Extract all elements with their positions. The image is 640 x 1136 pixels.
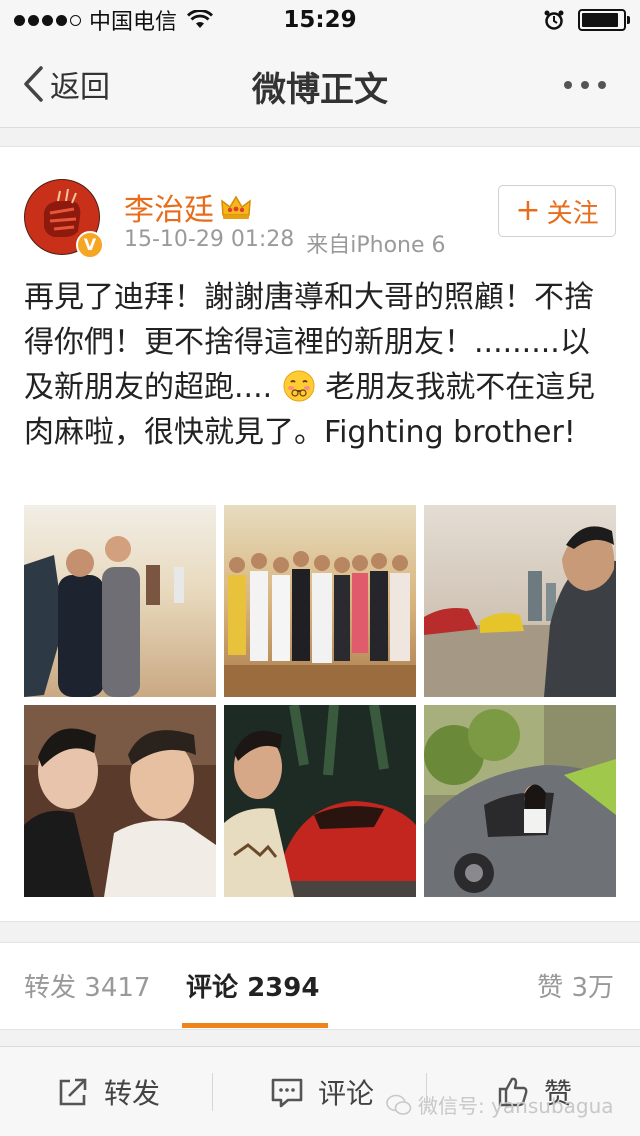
back-label: 返回: [50, 70, 110, 105]
tab-reposts[interactable]: 转发 3417: [24, 967, 150, 1004]
post-stats-bar: 转发 3417 评论 2394 赞 3万: [0, 942, 640, 1030]
wifi-icon: [187, 10, 214, 28]
author-name-label: 李治廷: [124, 193, 214, 228]
active-tab-indicator: [182, 1023, 328, 1028]
post-date: 15-10-29 01:28: [124, 227, 295, 252]
more-options-button[interactable]: [564, 72, 614, 98]
repost-button[interactable]: 转发: [56, 1047, 160, 1136]
photo-green-car[interactable]: [424, 705, 616, 897]
thumbs-up-icon: [498, 1077, 528, 1107]
back-button[interactable]: 返回: [22, 62, 110, 106]
post-card: V 李治廷 15-10-29 01:28 来自iPhone 6 + 关注 再見了…: [0, 146, 640, 922]
carrier-name: 中国电信: [89, 10, 178, 35]
share-icon: [59, 1078, 87, 1106]
blushing-emoji-icon: [283, 370, 315, 402]
photo-selfie-red-car[interactable]: [224, 705, 416, 897]
follow-button[interactable]: + 关注: [498, 185, 616, 237]
post-source: 来自iPhone 6: [306, 233, 446, 258]
toolbar-divider: [426, 1073, 427, 1111]
comment-label: 评论: [318, 1077, 375, 1110]
like-label: 赞: [544, 1077, 573, 1110]
photo-green-car-image: [424, 705, 616, 897]
photo-selfie-supercars[interactable]: [424, 505, 616, 697]
repost-label: 转发: [104, 1077, 161, 1110]
signal-strength-icon: [14, 14, 81, 26]
photo-selfie-red-car-image: [224, 705, 416, 897]
battery-fill: [582, 13, 618, 27]
nav-bar: 返回 微博正文: [0, 40, 640, 128]
crown-icon: [221, 195, 251, 219]
status-bar: 中国电信 15:29: [0, 0, 640, 40]
post-meta: 15-10-29 01:28 来自iPhone 6: [124, 227, 446, 259]
reposts-count: 3417: [84, 973, 151, 1003]
follow-label: 关注: [546, 198, 599, 229]
tab-comments[interactable]: 评论 2394: [186, 967, 319, 1004]
alarm-icon: [544, 10, 564, 30]
like-button[interactable]: 赞: [496, 1047, 572, 1136]
photo-desert-large-group-image: [224, 505, 416, 697]
avatar[interactable]: V: [24, 179, 104, 259]
photo-selfie-supercars-image: [424, 505, 616, 697]
chevron-left-icon: [24, 66, 43, 102]
more-dots-icon: [564, 81, 572, 89]
comment-button[interactable]: 评论: [270, 1047, 374, 1136]
plus-icon: +: [515, 193, 541, 228]
photo-desert-group[interactable]: [24, 505, 216, 697]
comments-count: 2394: [247, 973, 320, 1003]
bottom-toolbar: 转发 评论 赞: [0, 1046, 640, 1136]
likes-label: 赞: [537, 973, 564, 1003]
toolbar-divider: [212, 1073, 213, 1111]
photo-desert-group-image: [24, 505, 216, 697]
photo-desert-large-group[interactable]: [224, 505, 416, 697]
photo-grid: [24, 505, 616, 897]
photo-selfie-friend-image: [24, 705, 216, 897]
likes-count: 3万: [571, 973, 614, 1003]
photo-selfie-friend[interactable]: [24, 705, 216, 897]
author-name[interactable]: 李治廷: [124, 185, 252, 229]
comment-icon: [271, 1078, 303, 1108]
post-text: 再見了迪拜！謝謝唐導和大哥的照顧！不捨得你們！更不捨得這裡的新朋友！......…: [24, 275, 616, 455]
tab-likes[interactable]: 赞 3万: [537, 967, 614, 1004]
battery-icon: [578, 9, 630, 31]
reposts-label: 转发: [24, 973, 77, 1003]
comments-label: 评论: [186, 973, 239, 1003]
verified-badge: V: [76, 231, 104, 259]
